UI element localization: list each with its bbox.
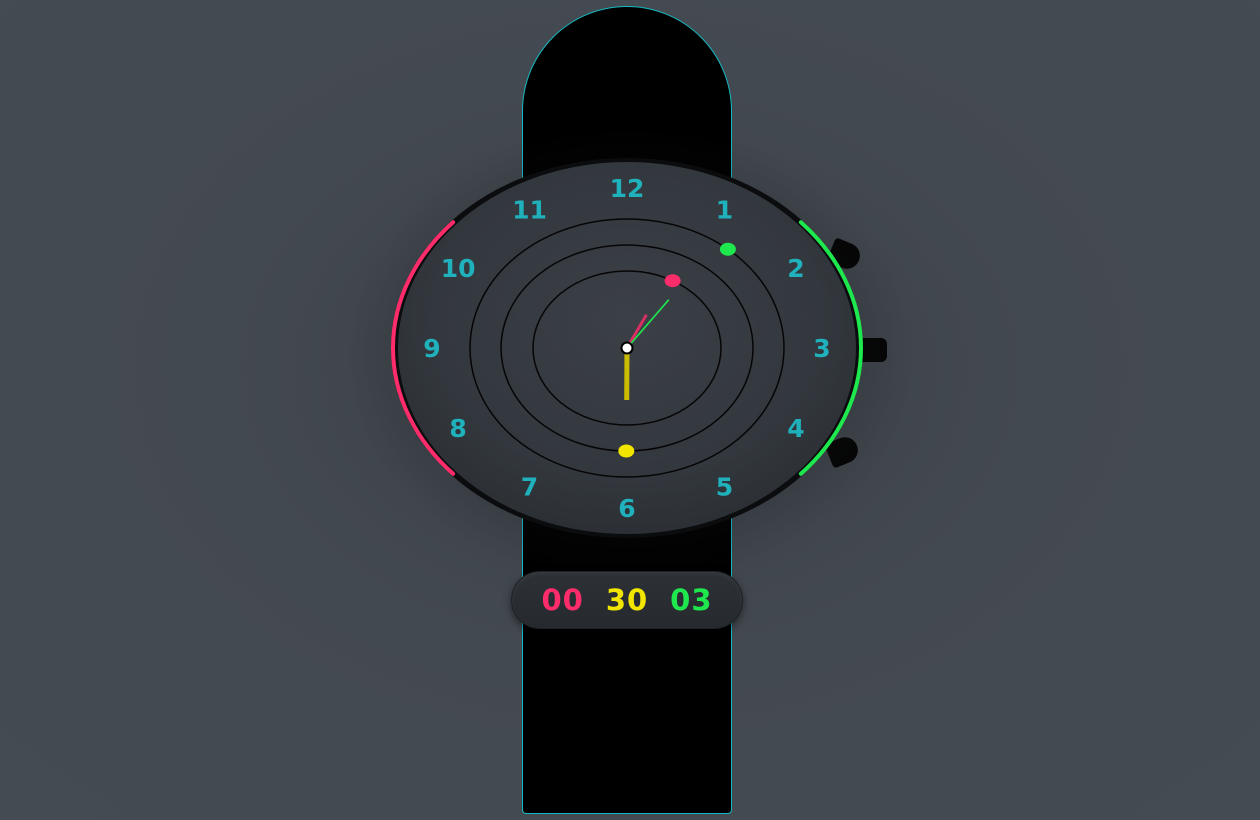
watch-face: 121234567891011 [391, 158, 863, 538]
numeral-11: 11 [512, 195, 547, 224]
readout-hours: 00 [541, 582, 584, 617]
numeral-6: 6 [618, 494, 635, 523]
watch-stage: 12 1 2 3 4 5 6 7 8 9 10 11 00 30 03 [0, 0, 1260, 820]
numeral-9: 9 [423, 334, 440, 363]
numeral-10: 10 [441, 254, 476, 283]
numeral-4: 4 [787, 414, 804, 443]
numeral-1: 1 [716, 195, 733, 224]
numeral-3: 3 [813, 334, 830, 363]
readout-seconds: 03 [670, 582, 713, 617]
numeral-5: 5 [716, 473, 733, 502]
numeral-12: 12 [610, 174, 645, 203]
readout-minutes: 30 [605, 582, 649, 617]
minutes-indicator-dot [618, 444, 635, 458]
digital-readout: 00 30 03 [511, 571, 743, 629]
numeral-7: 7 [521, 473, 538, 502]
seconds-indicator-dot [719, 242, 736, 256]
hours-indicator-dot [664, 274, 681, 288]
center-cap [620, 341, 634, 355]
numeral-2: 2 [787, 254, 804, 283]
numeral-8: 8 [449, 414, 466, 443]
